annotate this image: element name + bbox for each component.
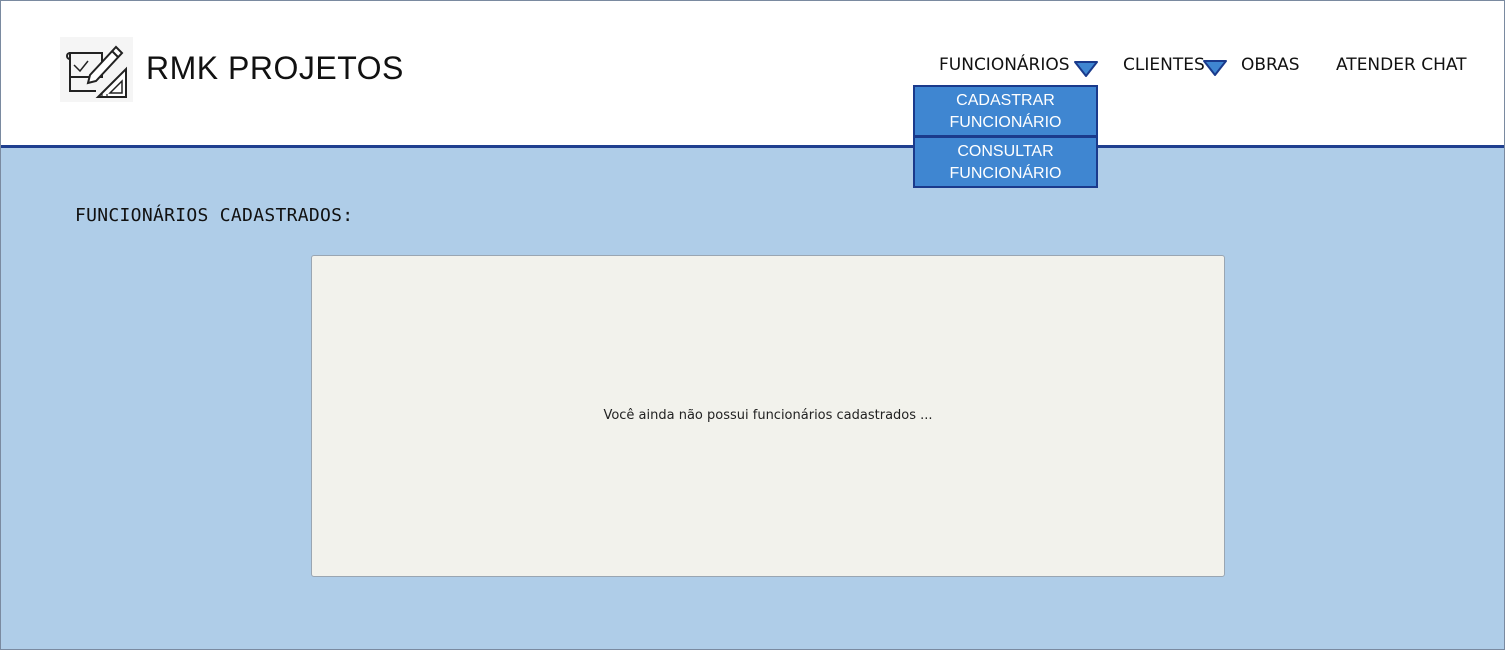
- brand-title[interactable]: RMK PROJETOS: [146, 50, 404, 87]
- employees-panel: Você ainda não possui funcionários cadas…: [311, 255, 1225, 577]
- logo-icon[interactable]: [60, 37, 133, 102]
- menu-item-label: CONSULTAR: [957, 143, 1054, 160]
- app-window: RMK PROJETOS FUNCIONÁRIOS CLIENTES OBRAS…: [0, 0, 1505, 650]
- page-title: FUNCIONÁRIOS CADASTRADOS:: [75, 205, 354, 226]
- nav-obras[interactable]: OBRAS: [1241, 55, 1300, 75]
- nav-clientes[interactable]: CLIENTES: [1123, 55, 1205, 75]
- chevron-down-icon[interactable]: [1202, 59, 1228, 77]
- empty-state-message: Você ainda não possui funcionários cadas…: [603, 408, 933, 423]
- menu-item-label: CADASTRAR: [956, 92, 1055, 109]
- menu-item-label: FUNCIONÁRIO: [949, 165, 1062, 182]
- menu-item-consultar-funcionario[interactable]: CONSULTAR FUNCIONÁRIO: [913, 136, 1098, 188]
- header: RMK PROJETOS FUNCIONÁRIOS CLIENTES OBRAS…: [1, 1, 1504, 145]
- menu-item-label: FUNCIONÁRIO: [949, 114, 1062, 131]
- chevron-down-icon[interactable]: [1073, 60, 1099, 78]
- menu-item-cadastrar-funcionario[interactable]: CADASTRAR FUNCIONÁRIO: [913, 85, 1098, 137]
- nav-atender-chat[interactable]: ATENDER CHAT: [1336, 55, 1467, 75]
- nav-funcionarios[interactable]: FUNCIONÁRIOS: [939, 55, 1070, 75]
